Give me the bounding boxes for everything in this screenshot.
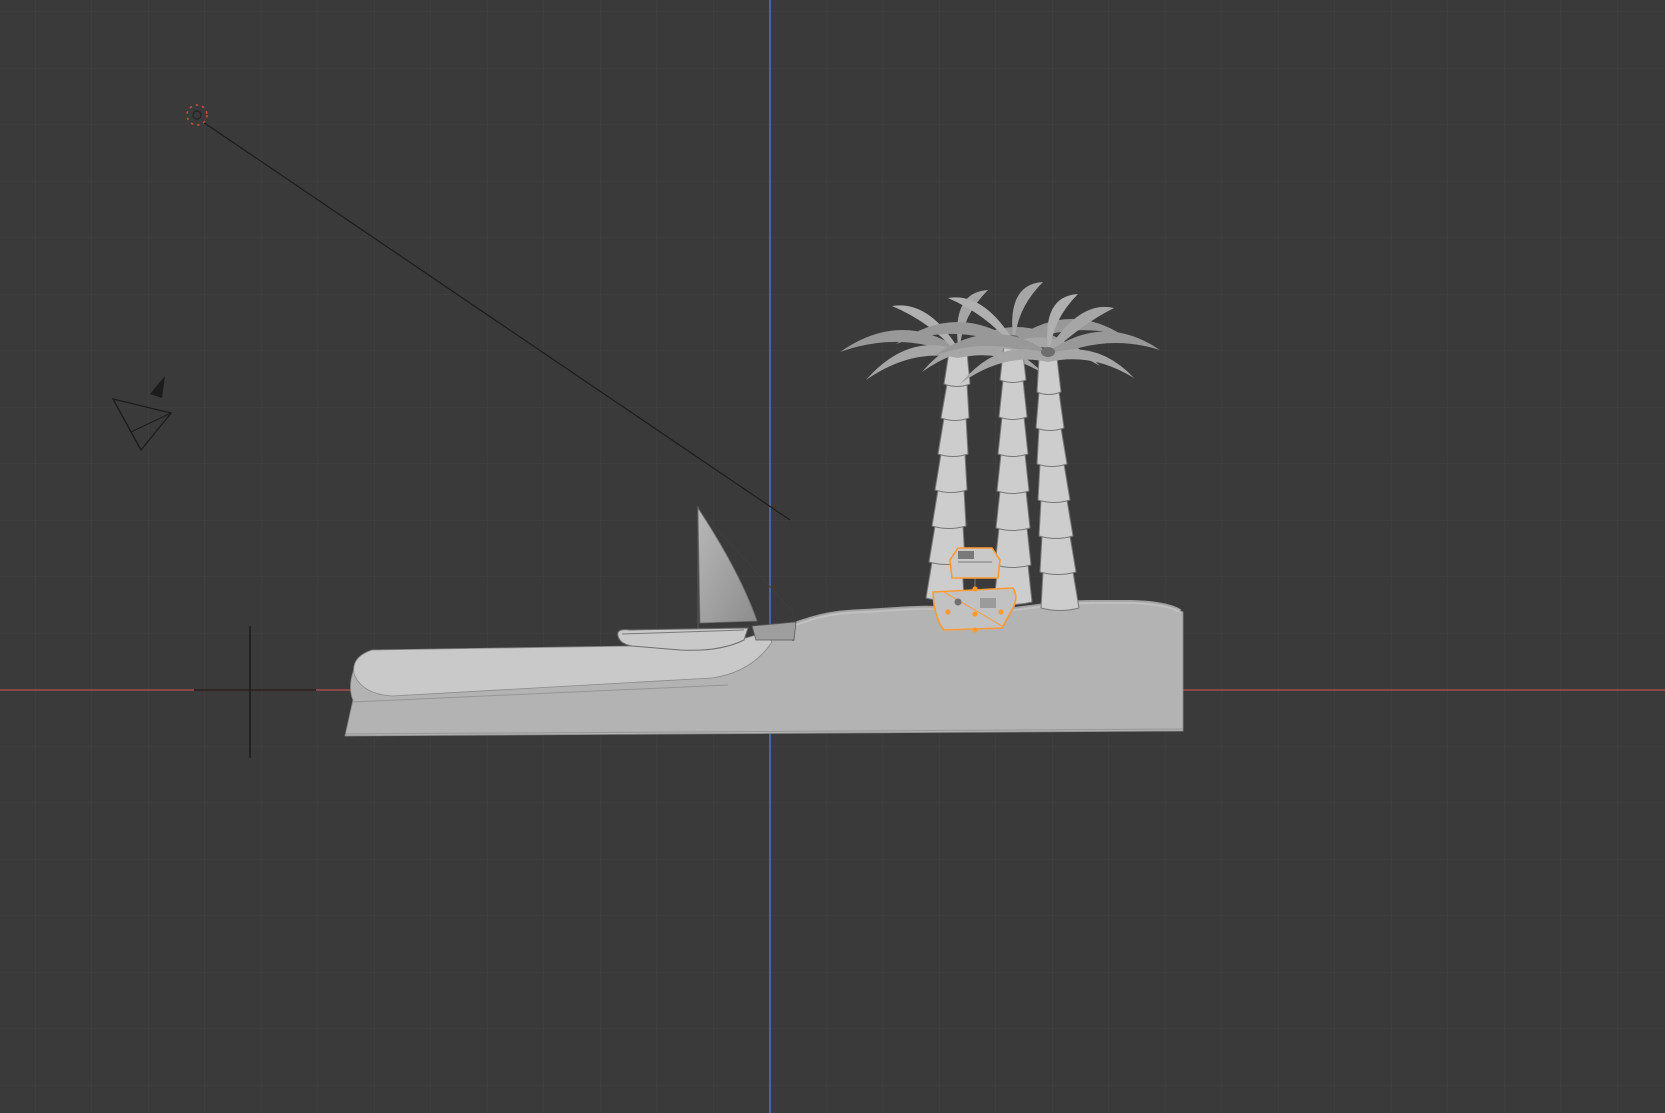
trunk-segment: [1035, 391, 1065, 431]
trunk-segment: [931, 489, 967, 529]
selection-vertex-dot: [972, 611, 978, 617]
selected-object-window: [958, 551, 974, 559]
grid-lines: [0, 0, 1665, 1113]
trunk-segment: [1039, 535, 1077, 575]
trunk-segment: [997, 416, 1029, 457]
selection-vertex-dot: [972, 586, 978, 592]
viewport-grid: [0, 0, 1665, 1113]
selected-object-body[interactable]: [932, 587, 1017, 631]
trunk-segment: [998, 379, 1028, 420]
selection-origin-dot: [972, 627, 978, 633]
selected-object-cab[interactable]: [949, 547, 1001, 579]
selected-object-detail: [954, 598, 962, 606]
trunk-segment: [1038, 499, 1074, 539]
selection-vertex-dot: [998, 609, 1004, 615]
sun-core-icon: [192, 110, 202, 120]
3d-viewport[interactable]: [0, 0, 1665, 1113]
viewport-canvas[interactable]: [0, 0, 1665, 1113]
trunk-segment: [1037, 463, 1071, 503]
trunk-segment: [1040, 571, 1080, 611]
trunk-segment: [1036, 357, 1062, 395]
trunk-segment: [995, 490, 1031, 531]
selection-vertex-dot: [945, 609, 951, 615]
selected-object-panel: [980, 598, 996, 608]
trunk-segment: [934, 453, 968, 493]
trunk-segment: [996, 453, 1030, 494]
